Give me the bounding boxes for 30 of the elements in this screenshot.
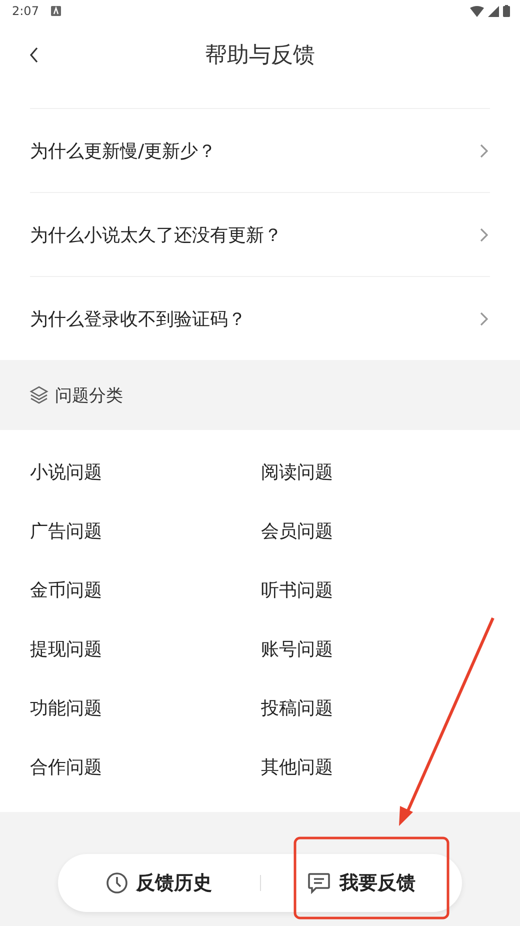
category-item[interactable]: 小说问题 (30, 460, 102, 484)
section-title: 问题分类 (55, 384, 123, 406)
category-item[interactable]: 会员问题 (261, 518, 333, 542)
layers-icon (29, 385, 49, 405)
faq-item[interactable]: 为什么小说太久了还没有更新？ (30, 192, 490, 276)
feedback-button[interactable]: 我要反馈 (260, 854, 462, 912)
chevron-right-icon (480, 144, 488, 158)
battery-icon (503, 5, 510, 17)
category-item[interactable]: 其他问题 (261, 754, 333, 778)
category-item[interactable]: 账号问题 (261, 636, 333, 660)
faq-item[interactable]: 为什么更新慢/更新少？ (30, 108, 490, 192)
category-item[interactable]: 合作问题 (30, 754, 102, 778)
wifi-icon (470, 6, 484, 16)
status-time: 2:07 (12, 4, 39, 18)
category-item[interactable]: 广告问题 (30, 518, 102, 542)
notification-icon (50, 6, 61, 16)
category-item[interactable]: 阅读问题 (261, 460, 333, 484)
category-item[interactable]: 功能问题 (30, 696, 102, 720)
chevron-right-icon (480, 312, 488, 326)
category-item[interactable]: 提现问题 (30, 636, 102, 660)
page-title: 帮助与反馈 (205, 42, 315, 70)
chat-bubble-icon (307, 872, 332, 894)
back-icon[interactable] (28, 46, 40, 64)
chevron-right-icon (480, 228, 488, 242)
category-item[interactable]: 金币问题 (30, 578, 102, 602)
signal-icon (488, 6, 499, 16)
category-item[interactable]: 投稿问题 (261, 696, 333, 720)
category-item[interactable]: 听书问题 (261, 578, 333, 602)
feedback-history-button[interactable]: 反馈历史 (58, 854, 260, 912)
clock-icon (106, 872, 128, 894)
